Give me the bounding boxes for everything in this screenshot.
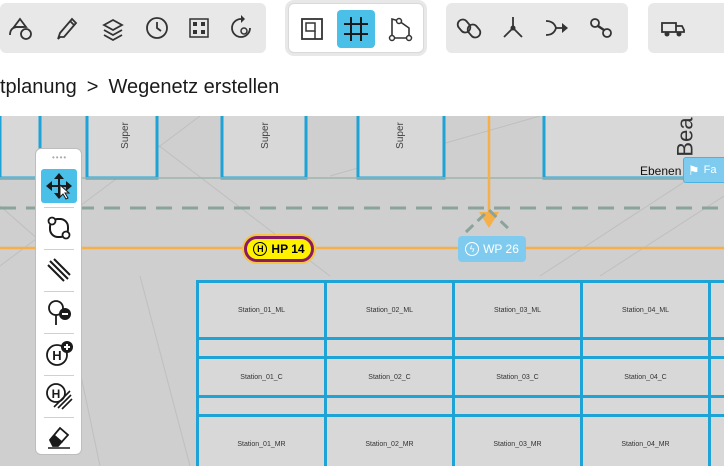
toolbar-group-links xyxy=(446,3,628,53)
station-cell[interactable]: Station_02_C xyxy=(324,356,455,398)
chain-link-icon[interactable] xyxy=(450,9,488,47)
clock-icon[interactable] xyxy=(138,9,176,47)
breadcrumb-current: Wegenetz erstellen xyxy=(108,76,280,98)
palette-separator xyxy=(44,333,74,334)
station-cell[interactable]: Station_02_ML xyxy=(324,280,455,340)
room-label: Super xyxy=(119,122,131,149)
levels-button[interactable]: ⚑ Fa xyxy=(683,157,724,183)
branch-icon[interactable] xyxy=(494,9,532,47)
palette-separator xyxy=(44,375,74,376)
palette-separator xyxy=(44,249,74,250)
svg-text:H: H xyxy=(52,348,61,363)
node-loop-icon[interactable] xyxy=(41,211,77,245)
station-cell-partial[interactable] xyxy=(708,414,724,466)
diagonal-lines-icon[interactable] xyxy=(41,253,77,287)
hatched-hold-point-icon[interactable]: H xyxy=(41,379,77,413)
chain-nodes-icon[interactable] xyxy=(582,9,620,47)
remove-point-icon[interactable] xyxy=(41,295,77,329)
room-label: Super xyxy=(259,122,271,149)
move-arrows-icon[interactable] xyxy=(41,169,77,203)
hold-point-icon: H xyxy=(253,242,268,256)
palette-drag-handle[interactable]: •••• xyxy=(52,153,67,162)
station-cell[interactable]: Station_04_ML xyxy=(580,280,711,340)
waypoint-marker[interactable]: ϟ WP 26 xyxy=(458,236,526,262)
palette-separator xyxy=(44,207,74,208)
eraser-icon[interactable] xyxy=(41,419,77,453)
breadcrumb-separator: > xyxy=(86,76,99,98)
svg-text:H: H xyxy=(52,387,61,401)
toolbar-group-vehicles xyxy=(648,3,724,53)
levels-button-label: Fa xyxy=(703,164,717,176)
top-toolbar xyxy=(0,0,724,62)
breadcrumb: tplanung > Wegenetz erstellen xyxy=(0,76,279,106)
room-label: Super xyxy=(394,122,406,149)
pencil-icon[interactable] xyxy=(48,9,86,47)
merge-arrow-icon[interactable] xyxy=(538,9,576,47)
polygon-nodes-icon[interactable] xyxy=(381,10,419,48)
breadcrumb-parent[interactable]: tplanung xyxy=(0,76,77,99)
map-canvas[interactable]: Super Super Super Bea Ebenen ⚑ Fa Statio… xyxy=(0,116,724,466)
station-cell[interactable]: Station_01_MR xyxy=(196,414,327,466)
station-cell[interactable]: Station_02_MR xyxy=(324,414,455,466)
waypoint-icon: ϟ xyxy=(465,242,480,256)
shapes-edit-icon[interactable] xyxy=(2,9,40,47)
station-cell[interactable]: Station_04_MR xyxy=(580,414,711,466)
toolbar-group-edit xyxy=(0,3,266,53)
waypoint-label: WP 26 xyxy=(483,242,519,256)
grid-icon[interactable] xyxy=(337,10,375,48)
add-hold-point-icon[interactable]: H xyxy=(41,337,77,371)
tool-palette: •••• H H xyxy=(35,148,82,455)
station-cell[interactable]: Station_03_MR xyxy=(452,414,583,466)
floor-plan-icon[interactable] xyxy=(293,10,331,48)
hold-point-marker[interactable]: H HP 14 xyxy=(244,236,314,262)
rotate-search-icon[interactable] xyxy=(222,9,260,47)
room-label-bea: Bea xyxy=(672,117,698,157)
vehicles-icon[interactable] xyxy=(654,9,692,47)
palette-separator xyxy=(44,417,74,418)
layers-icon[interactable] xyxy=(94,9,132,47)
station-cell-partial[interactable] xyxy=(708,356,724,398)
grid-dots-icon[interactable] xyxy=(180,9,218,47)
toolbar-group-network xyxy=(288,3,424,53)
station-cell[interactable]: Station_01_C xyxy=(196,356,327,398)
levels-label: Ebenen xyxy=(640,164,682,178)
station-cell[interactable]: Station_04_C xyxy=(580,356,711,398)
station-cell[interactable]: Station_01_ML xyxy=(196,280,327,340)
station-cell[interactable]: Station_03_ML xyxy=(452,280,583,340)
station-cell-partial[interactable] xyxy=(708,280,724,340)
hold-point-label: HP 14 xyxy=(271,242,305,256)
flag-icon: ⚑ xyxy=(688,162,700,178)
station-cell[interactable]: Station_03_C xyxy=(452,356,583,398)
palette-separator xyxy=(44,291,74,292)
